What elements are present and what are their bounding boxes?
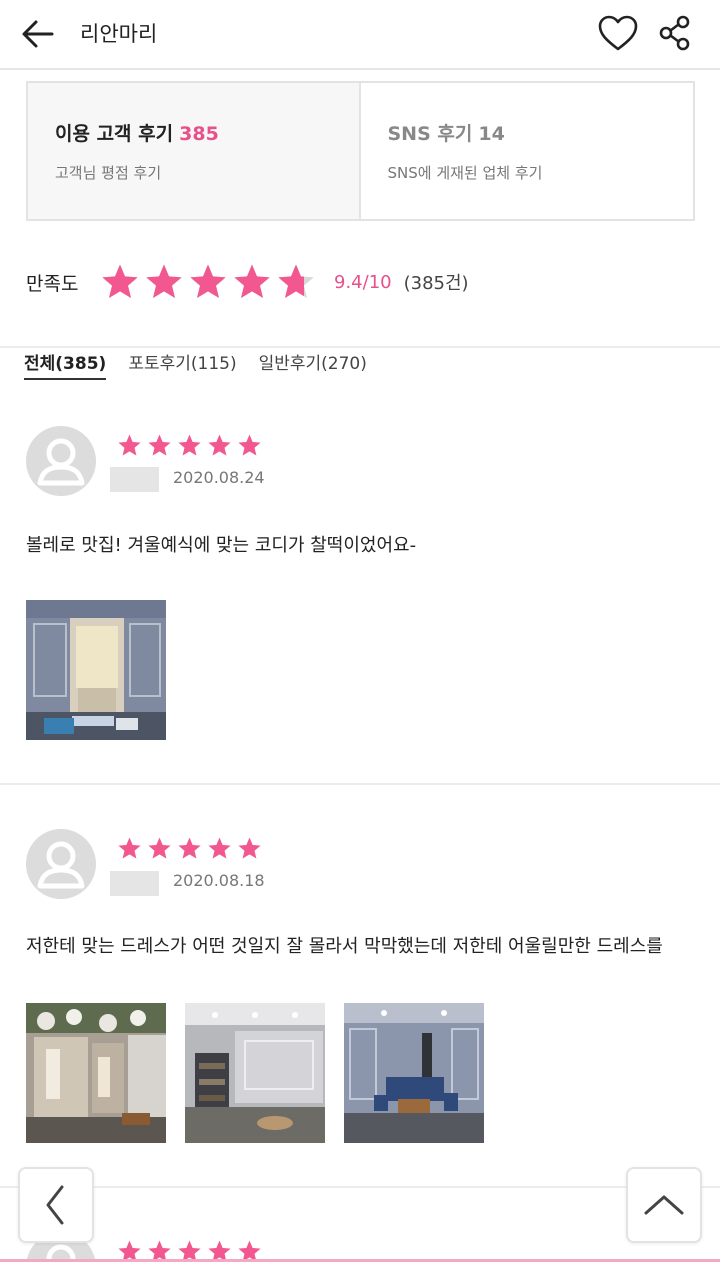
arrow-left-icon [22, 20, 54, 48]
heart-outline-icon [598, 15, 638, 51]
tab-customer-reviews-subtitle: 고객님 평점 후기 [55, 164, 162, 182]
review-photo[interactable] [344, 1003, 484, 1143]
user-icon [37, 841, 85, 889]
filter-tab-general[interactable]: 일반후기(270) [259, 349, 367, 380]
review-type-tabs: 이용 고객 후기 385 고객님 평점 후기 SNS 후기 14 SNS에 게재된 … [26, 81, 695, 221]
divider [0, 346, 720, 348]
back-button[interactable] [18, 14, 58, 54]
photo-lounge [344, 1003, 484, 1143]
tab-customer-reviews[interactable]: 이용 고객 후기 385 고객님 평점 후기 [28, 83, 361, 219]
filter-tab-photo[interactable]: 포토후기(115) [128, 349, 236, 380]
review-photo[interactable] [26, 1003, 166, 1143]
share-icon [659, 15, 690, 51]
star-icon [208, 434, 231, 456]
review-date: 2020.08.18 [173, 871, 265, 890]
star-icon [190, 264, 226, 298]
tab-sns-reviews-subtitle: SNS에 게재된 업체 후기 [387, 164, 543, 182]
star-icon [238, 837, 261, 859]
satisfaction-label: 만족도 [26, 272, 79, 295]
review-text[interactable]: 저한테 맞는 드레스가 어떤 것일지 잘 몰라서 막막했는데 저한테 어울릴만한… [26, 934, 706, 970]
username-blurred [110, 871, 159, 896]
tab-sns-reviews-label: SNS 후기 [387, 123, 473, 145]
review-photo[interactable] [185, 1003, 325, 1143]
star-icon [146, 264, 182, 298]
photo-fitting-room [185, 1003, 325, 1143]
star-icon [118, 434, 141, 456]
avatar [26, 829, 96, 899]
filter-tabs: 전체(385) 포토후기(115) 일반후기(270) [24, 349, 367, 380]
tab-customer-reviews-count: 385 [179, 123, 219, 145]
filter-tab-all[interactable]: 전체(385) [24, 349, 107, 380]
top-bar: 리안마리 [0, 0, 720, 70]
photo-bridal-room-1 [26, 600, 166, 740]
star-icon [102, 264, 138, 298]
star-icon [208, 837, 231, 859]
review-stars [117, 433, 262, 458]
star-icon [178, 837, 201, 859]
page-title: 리안마리 [80, 22, 158, 46]
tab-sns-reviews-count: 14 [478, 123, 505, 145]
review-photo[interactable] [26, 600, 166, 740]
satisfaction-summary: 만족도 9.4/10 (385건) [26, 260, 469, 304]
user-icon [37, 438, 85, 486]
star-icon [278, 264, 314, 298]
star-icon [238, 434, 261, 456]
chevron-left-icon [46, 1185, 64, 1225]
review-date: 2020.08.24 [173, 468, 265, 487]
star-icon [148, 434, 171, 456]
star-icon [234, 264, 270, 298]
tab-sns-reviews[interactable]: SNS 후기 14 SNS에 게재된 업체 후기 [361, 83, 694, 219]
like-button[interactable] [596, 13, 640, 53]
scroll-top-button[interactable] [626, 1167, 702, 1243]
photo-dress-showroom [26, 1003, 166, 1143]
avatar [26, 426, 96, 496]
review-stars [117, 836, 262, 861]
review-text[interactable]: 볼레로 맛집! 겨울예식에 맞는 코디가 찰떡이었어요- [26, 533, 706, 559]
prev-button[interactable] [18, 1167, 94, 1243]
satisfaction-stars [100, 262, 316, 302]
star-icon [148, 837, 171, 859]
chevron-up-icon [644, 1195, 684, 1215]
satisfaction-score: 9.4/10 [334, 271, 392, 293]
tab-customer-reviews-label: 이용 고객 후기 [55, 123, 174, 145]
star-icon [118, 837, 141, 859]
satisfaction-count: (385건) [403, 273, 469, 294]
review-divider [0, 1186, 720, 1188]
review-divider [0, 783, 720, 785]
star-icon [178, 434, 201, 456]
username-blurred [110, 467, 159, 492]
share-button[interactable] [656, 13, 696, 53]
